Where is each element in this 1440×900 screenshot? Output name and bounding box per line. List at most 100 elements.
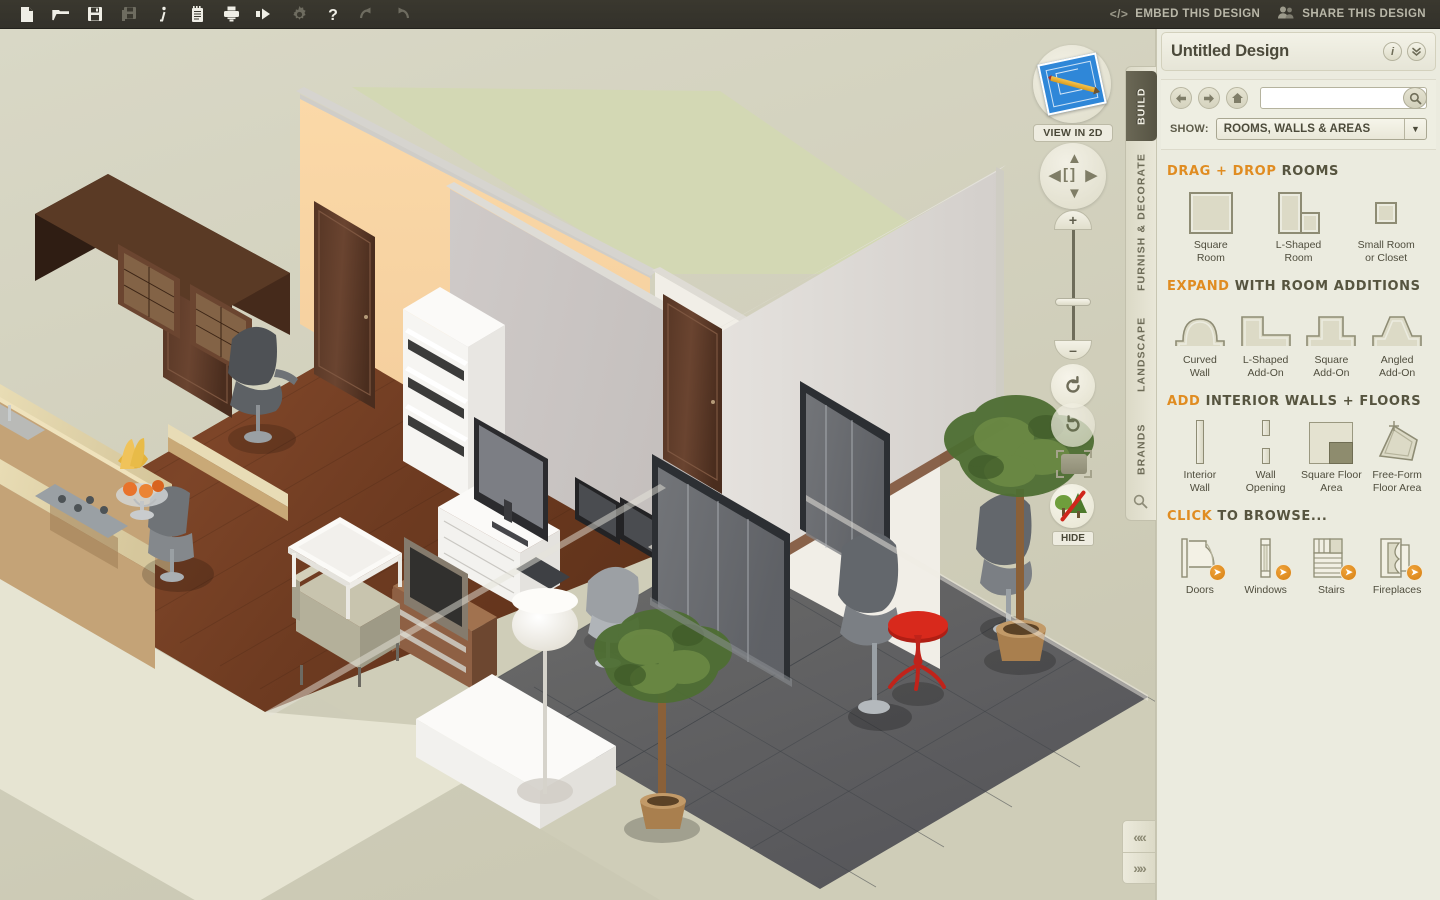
open-folder-icon[interactable]	[44, 0, 78, 28]
zoom-slider-thumb[interactable]	[1055, 298, 1091, 306]
toolbar-right-links: </> EMBED THIS DESIGN SHARE THIS DESIGN	[1110, 6, 1440, 22]
view-in-2d-button[interactable]	[1033, 45, 1111, 123]
section-rest: TO BROWSE...	[1217, 509, 1328, 524]
forward-button[interactable]	[1198, 87, 1220, 109]
zoom-slider[interactable]: + –	[1054, 210, 1092, 360]
hide-plants-control: HIDE	[1050, 484, 1096, 546]
design-3d-viewport[interactable]	[0, 29, 1155, 900]
vtab-furnish-decorate[interactable]: FURNISH & DECORATE	[1126, 147, 1157, 297]
home-button[interactable]	[1226, 87, 1248, 109]
search-field-wrap	[1260, 87, 1427, 109]
square-floor-area-icon	[1299, 418, 1365, 464]
back-button[interactable]	[1170, 87, 1192, 109]
export-icon[interactable]	[248, 0, 282, 28]
room-tiles: Square Room L-Shaped Room Small Room or …	[1167, 188, 1430, 265]
section-heading: DRAG + DROP ROOMS	[1167, 164, 1430, 179]
collapse-panel-button[interactable]	[1407, 42, 1426, 61]
search-button[interactable]	[1403, 87, 1427, 109]
new-file-icon[interactable]	[10, 0, 44, 28]
tile-stairs[interactable]: ➤ Stairs	[1299, 533, 1365, 597]
share-design-link[interactable]: SHARE THIS DESIGN	[1278, 6, 1426, 22]
tile-l-shaped-room[interactable]: L-Shaped Room	[1255, 188, 1343, 265]
tile-label: L-Shaped Room	[1275, 239, 1322, 264]
tile-wall-opening[interactable]: Wall Opening	[1233, 418, 1299, 495]
show-select[interactable]: ROOMS, WALLS & AREAS ▼	[1215, 118, 1427, 140]
small-room-icon	[1342, 188, 1430, 234]
browse-badge[interactable]: ➤	[1406, 564, 1424, 581]
vtab-landscape[interactable]: LANDSCAPE	[1126, 303, 1157, 405]
tile-fireplaces[interactable]: ➤ Fireplaces	[1364, 533, 1430, 597]
tile-label: Small Room or Closet	[1357, 239, 1415, 264]
interior-wall-icon	[1167, 418, 1233, 464]
browse-badge[interactable]: ➤	[1340, 564, 1358, 581]
tile-label: Square Floor Area	[1301, 469, 1362, 494]
tile-label: Windows	[1244, 584, 1287, 596]
browse-badge[interactable]: ➤	[1208, 564, 1226, 581]
tile-square-addon[interactable]: Square Add-On	[1299, 303, 1365, 380]
tile-windows[interactable]: ➤ Windows	[1233, 533, 1299, 597]
tile-l-shaped-addon[interactable]: L-Shaped Add-On	[1233, 303, 1299, 380]
notes-icon[interactable]	[180, 0, 214, 28]
pan-right-button[interactable]: ▶	[1085, 168, 1097, 183]
code-icon: </>	[1109, 7, 1129, 21]
view-in-2d-label[interactable]: VIEW IN 2D	[1033, 124, 1113, 142]
page-title: Untitled Design	[1171, 42, 1290, 60]
recenter-button[interactable]: [ ]	[1063, 167, 1075, 182]
section-interior-walls-floors: ADD INTERIOR WALLS + FLOORS Interior Wal…	[1157, 380, 1440, 495]
tile-curved-wall[interactable]: Curved Wall	[1167, 303, 1233, 380]
tile-label: Wall Opening	[1245, 469, 1286, 494]
help-icon[interactable]: ?	[316, 0, 350, 28]
pan-left-button[interactable]: ◀	[1049, 168, 1061, 183]
panel-nav-row	[1170, 87, 1427, 109]
tile-angled-addon[interactable]: Angled Add-On	[1364, 303, 1430, 380]
tile-doors[interactable]: ➤ Doors	[1167, 533, 1233, 597]
share-design-label: SHARE THIS DESIGN	[1302, 8, 1426, 20]
toolbar-icon-group: ?	[0, 0, 418, 28]
tile-free-form-floor-area[interactable]: Free-Form Floor Area	[1364, 418, 1430, 495]
tile-label: Square Add-On	[1313, 354, 1350, 379]
info-icon[interactable]	[146, 0, 180, 28]
addition-tiles: Curved Wall L-Shaped Add-On Square Add-O…	[1167, 303, 1430, 380]
tile-small-room[interactable]: Small Room or Closet	[1342, 188, 1430, 265]
stairs-icon: ➤	[1299, 533, 1365, 581]
tile-square-room[interactable]: Square Room	[1167, 188, 1255, 265]
collapse-right-button[interactable]: »»	[1122, 852, 1156, 884]
panel-vertical-tabs: BUILD FURNISH & DECORATE LANDSCAPE BRAND…	[1125, 66, 1157, 521]
section-heading: EXPAND WITH ROOM ADDITIONS	[1167, 279, 1430, 294]
browse-badge[interactable]: ➤	[1274, 564, 1292, 581]
embed-design-link[interactable]: </> EMBED THIS DESIGN	[1110, 7, 1261, 21]
search-input[interactable]	[1261, 88, 1426, 108]
rotate-right-button[interactable]	[1051, 403, 1095, 447]
undo-icon[interactable]	[350, 0, 384, 28]
save-as-icon[interactable]	[112, 0, 146, 28]
tile-label: L-Shaped Add-On	[1242, 354, 1289, 379]
info-button[interactable]: i	[1383, 42, 1402, 61]
save-icon[interactable]	[78, 0, 112, 28]
chevron-down-icon[interactable]: ▼	[1404, 119, 1426, 139]
tile-label: Square Room	[1193, 239, 1228, 264]
pan-dpad[interactable]: ▲ ▼ ◀ ▶ [ ]	[1040, 143, 1106, 209]
vtab-brands[interactable]: BRANDS	[1126, 411, 1157, 487]
hide-label[interactable]: HIDE	[1052, 531, 1094, 546]
people-icon	[1278, 6, 1295, 22]
rotate-left-button[interactable]	[1051, 364, 1095, 408]
svg-text:?: ?	[328, 7, 338, 23]
print-icon[interactable]	[214, 0, 248, 28]
redo-icon[interactable]	[384, 0, 418, 28]
doors-icon: ➤	[1167, 533, 1233, 581]
collapse-left-button[interactable]: ««	[1122, 820, 1156, 852]
search-icon[interactable]	[1133, 494, 1148, 514]
zoom-slider-track[interactable]	[1072, 224, 1075, 350]
pan-up-button[interactable]: ▲	[1067, 151, 1082, 166]
free-form-floor-area-icon	[1364, 418, 1430, 464]
l-shaped-addon-icon	[1233, 303, 1299, 349]
fullscreen-frame-button[interactable]	[1056, 450, 1092, 478]
gear-icon[interactable]	[282, 0, 316, 28]
tile-interior-wall[interactable]: Interior Wall	[1167, 418, 1233, 495]
square-addon-icon	[1299, 303, 1365, 349]
pan-down-button[interactable]: ▼	[1067, 186, 1082, 201]
windows-icon: ➤	[1233, 533, 1299, 581]
hide-plants-icon[interactable]	[1050, 484, 1094, 528]
vtab-build[interactable]: BUILD	[1126, 71, 1157, 141]
tile-square-floor-area[interactable]: Square Floor Area	[1299, 418, 1365, 495]
